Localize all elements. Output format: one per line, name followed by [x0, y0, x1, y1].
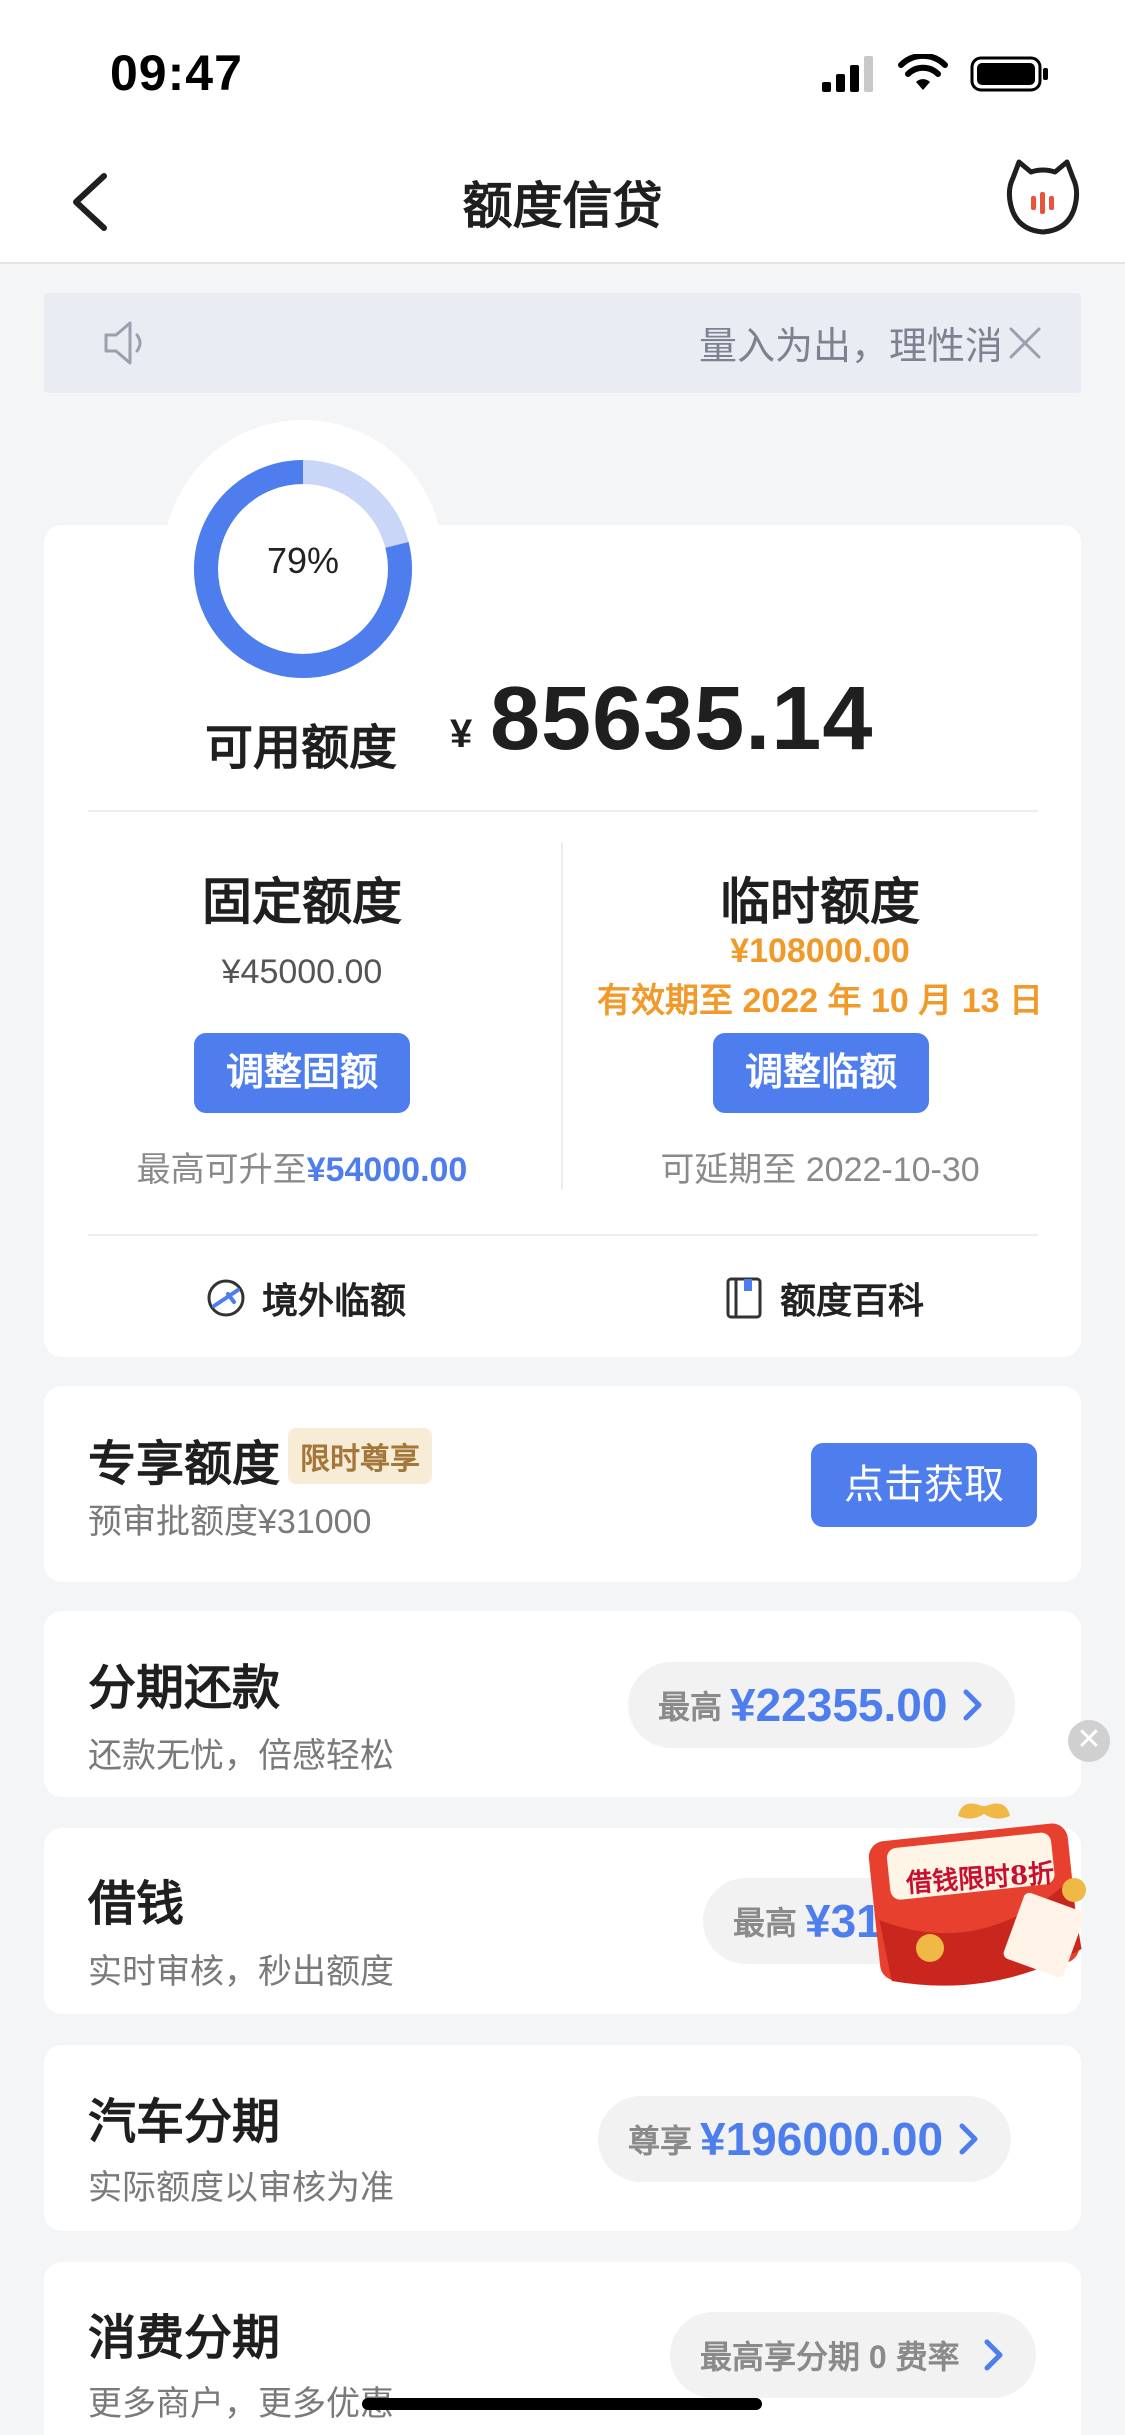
- signal-icon: [822, 56, 873, 92]
- pill-prefix: 最高: [733, 1905, 798, 1941]
- product-subtitle: 实际额度以审核为准: [88, 2169, 394, 2207]
- chevron-right-icon: [959, 2123, 978, 2155]
- exclusive-title: 专享额度: [88, 1438, 281, 1491]
- home-indicator: [362, 2398, 762, 2410]
- divider: [561, 842, 563, 1190]
- status-icons: [820, 54, 1050, 94]
- available-currency: ¥: [450, 712, 473, 756]
- get-now-button[interactable]: 点击获取: [811, 1443, 1037, 1527]
- divider: [88, 810, 1038, 812]
- speaker-icon: [104, 321, 142, 365]
- promo-close-button[interactable]: ✕: [1068, 1720, 1110, 1762]
- nav-bar: 额度信贷: [0, 140, 1125, 264]
- customer-service-icon[interactable]: [1005, 158, 1081, 238]
- product-title: 借钱: [88, 1878, 185, 1931]
- temporary-credit-note: 可延期至 2022-10-30: [660, 1151, 980, 1189]
- pill-prefix: 最高: [658, 1689, 723, 1725]
- limited-badge: 限时尊享: [288, 1428, 432, 1484]
- product-subtitle: 实时审核，秒出额度: [88, 1953, 394, 1991]
- fixed-credit-amount: ¥45000.00: [221, 953, 383, 991]
- fixed-note-prefix: 最高可升至: [136, 1151, 307, 1189]
- status-bar: 09:47: [0, 0, 1125, 140]
- product-pill[interactable]: 最高享分期 0 费率: [670, 2312, 1036, 2398]
- available-label: 可用额度: [205, 722, 398, 775]
- usage-percent: 79%: [266, 540, 340, 581]
- plane-icon: [207, 1279, 245, 1317]
- page-title: 额度信贷: [462, 178, 663, 234]
- product-title: 汽车分期: [88, 2096, 281, 2149]
- overseas-temp-label: 境外临额: [262, 1280, 407, 1321]
- available-amount: 85635.14: [490, 669, 874, 769]
- fixed-note-value: ¥54000.00: [306, 1151, 468, 1189]
- chevron-right-icon: [984, 2339, 1003, 2371]
- pill-prefix: 最高享分期 0 费率: [700, 2339, 960, 2375]
- battery-icon: [970, 56, 1048, 92]
- status-time: 09:47: [110, 45, 243, 101]
- pill-value: ¥196000.00: [700, 2113, 944, 2165]
- credit-wiki-label: 额度百科: [780, 1280, 925, 1321]
- fixed-credit-note: 最高可升至¥54000.00: [72, 1142, 532, 1191]
- temporary-credit-validity: 有效期至 2022 年 10 月 13 日: [597, 982, 1043, 1020]
- chevron-right-icon: [963, 1689, 982, 1721]
- product-subtitle: 更多商户，更多优惠: [88, 2385, 394, 2423]
- overseas-temp-link[interactable]: 境外临额: [204, 1272, 406, 1324]
- divider: [88, 1234, 1038, 1236]
- product-pill[interactable]: 尊享 ¥196000.00: [598, 2096, 1012, 2182]
- wifi-icon: [898, 54, 948, 90]
- product-title: 消费分期: [88, 2312, 281, 2365]
- red-envelope-promo[interactable]: [862, 1800, 1112, 2000]
- close-icon[interactable]: [1005, 323, 1045, 363]
- pill-prefix: 尊享: [628, 2123, 693, 2159]
- fixed-credit-title: 固定额度: [202, 874, 402, 930]
- credit-wiki-link[interactable]: 额度百科: [722, 1272, 924, 1324]
- product-pill[interactable]: 最高 ¥22355.00: [628, 1662, 1016, 1748]
- product-title: 分期还款: [88, 1662, 281, 1715]
- adjust-temporary-button[interactable]: 调整临额: [713, 1033, 929, 1113]
- book-icon: [726, 1277, 762, 1319]
- exclusive-subtitle: 预审批额度¥31000: [88, 1503, 372, 1541]
- temporary-credit-amount: ¥108000.00: [730, 932, 910, 970]
- pill-value: ¥22355.00: [730, 1679, 948, 1731]
- notice-bar: 量入为出，理性消费: [44, 293, 1081, 393]
- product-subtitle: 还款无忧，倍感轻松: [88, 1737, 394, 1775]
- adjust-fixed-button[interactable]: 调整固额: [194, 1033, 410, 1113]
- notice-text: 量入为出，理性消费: [699, 326, 999, 368]
- temporary-credit-title: 临时额度: [720, 874, 920, 930]
